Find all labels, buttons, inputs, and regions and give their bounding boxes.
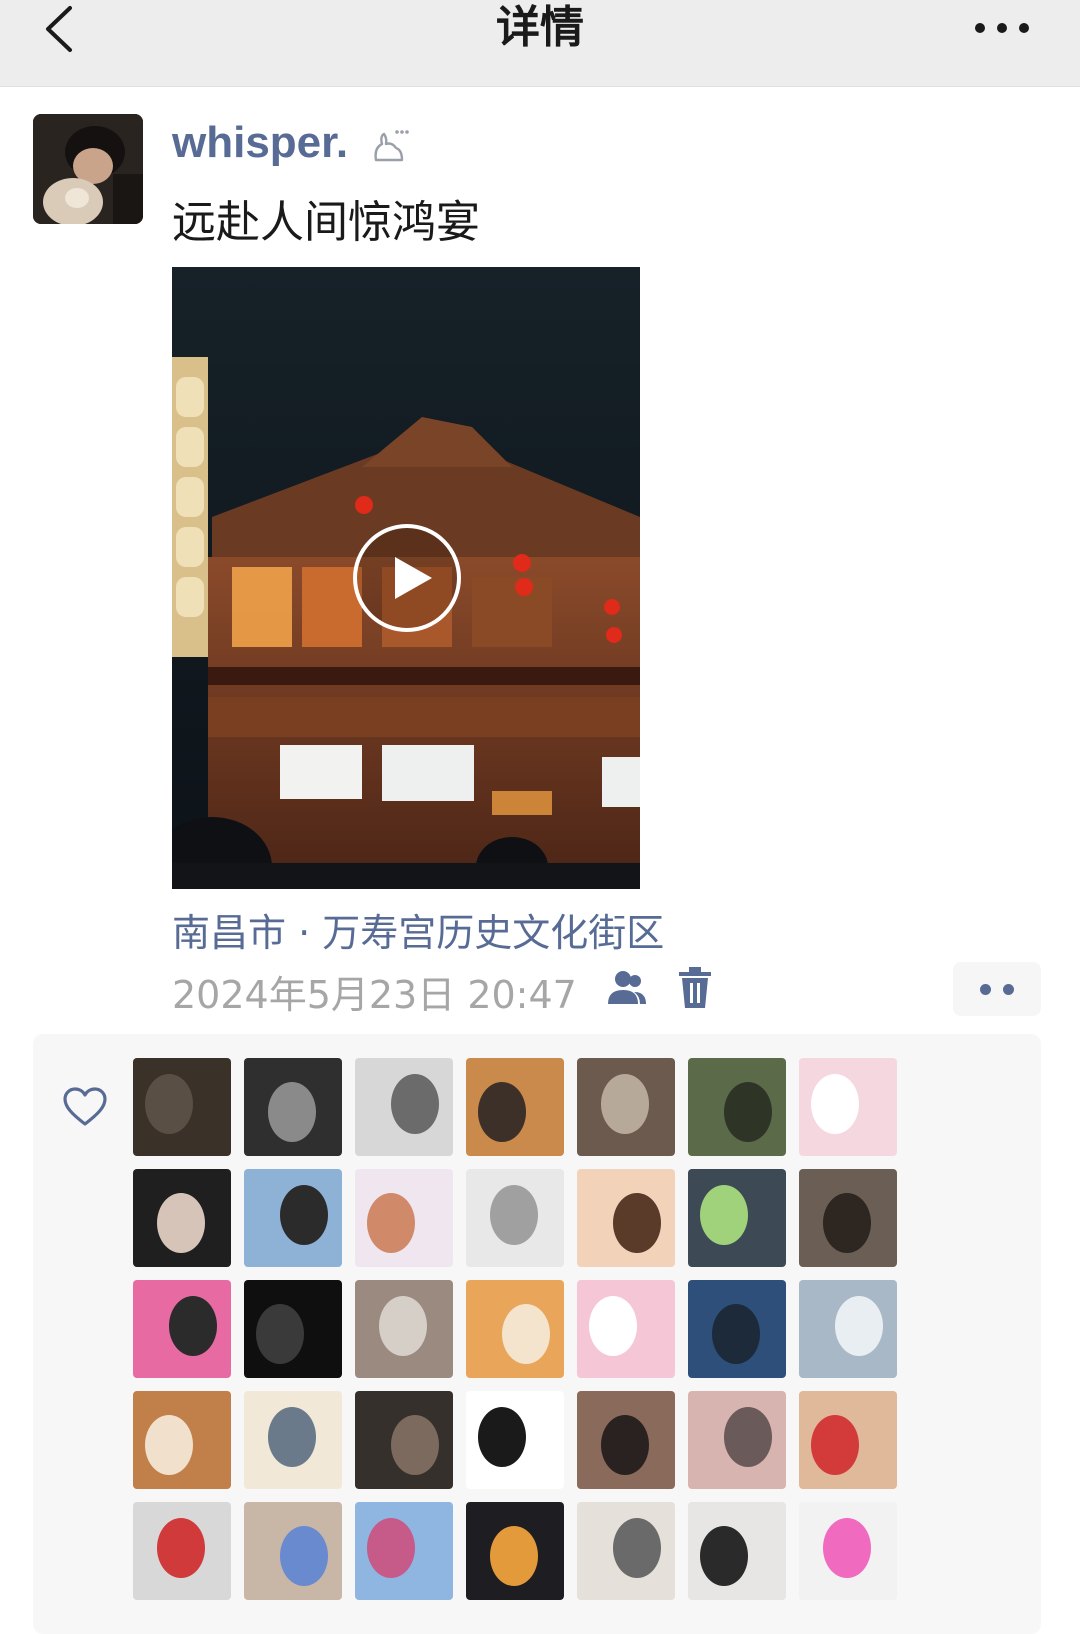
liker-avatar-photo [244,1169,342,1267]
liker-avatar[interactable] [355,1502,453,1600]
liker-avatar[interactable] [799,1502,897,1600]
comment-like-menu-button[interactable] [953,962,1041,1016]
liker-avatar[interactable] [577,1169,675,1267]
liker-avatar[interactable] [466,1280,564,1378]
liker-avatar-photo [688,1169,786,1267]
liker-avatar-photo [244,1502,342,1600]
liker-avatar[interactable] [133,1058,231,1156]
liker-avatar-photo [133,1169,231,1267]
liker-avatar-photo [688,1502,786,1600]
author-avatar[interactable] [33,114,143,224]
liker-avatar[interactable] [355,1280,453,1378]
navigation-bar: 详情 [0,0,1080,87]
liker-avatar-photo [799,1169,897,1267]
video-thumbnail[interactable] [172,267,640,889]
liker-avatar[interactable] [466,1502,564,1600]
liker-avatar[interactable] [688,1391,786,1489]
liker-avatar-photo [799,1502,897,1600]
liker-avatar[interactable] [355,1169,453,1267]
liker-avatar[interactable] [355,1058,453,1156]
liker-avatar-photo [244,1391,342,1489]
liker-avatar[interactable] [799,1280,897,1378]
liker-avatar[interactable] [799,1391,897,1489]
liker-avatar-photo [244,1058,342,1156]
liker-avatar[interactable] [577,1391,675,1489]
liker-avatar-photo [133,1502,231,1600]
more-button[interactable] [972,8,1032,48]
liker-avatar-photo [688,1280,786,1378]
liker-avatar-grid [133,1058,897,1600]
friends-visibility-icon[interactable] [604,968,650,1008]
location-link[interactable]: 南昌市 · 万寿宫历史文化街区 [172,902,664,957]
heart-outline-icon [62,1086,108,1128]
liker-avatar-photo [355,1391,453,1489]
liker-avatar[interactable] [133,1280,231,1378]
comment-like-menu-icon [980,984,991,995]
liker-avatar[interactable] [244,1280,342,1378]
liker-avatar[interactable] [466,1169,564,1267]
liker-avatar[interactable] [244,1502,342,1600]
menu-dot [1003,984,1014,995]
liker-avatar[interactable] [688,1169,786,1267]
bunny-status-icon[interactable] [370,126,410,166]
liker-avatar-photo [466,1169,564,1267]
liker-avatar-photo [466,1391,564,1489]
liker-avatar[interactable] [133,1169,231,1267]
post-timestamp: 2024年5月23日 20:47 [172,973,577,1017]
liker-avatar-photo [688,1391,786,1489]
liker-avatar[interactable] [688,1058,786,1156]
liker-avatar-photo [466,1502,564,1600]
trash-icon [679,967,711,1008]
liker-avatar-photo [688,1058,786,1156]
liker-avatar[interactable] [466,1058,564,1156]
liker-avatar-photo [244,1280,342,1378]
liker-avatar-photo [355,1058,453,1156]
liker-avatar-photo [799,1058,897,1156]
post-text: 远赴人间惊鸿宴 [172,197,480,248]
author-username[interactable]: whisper. [172,118,348,168]
liker-avatar[interactable] [799,1058,897,1156]
author-avatar-photo [33,114,143,224]
delete-button[interactable] [675,966,715,1010]
liker-avatar[interactable] [688,1502,786,1600]
liker-avatar-photo [466,1058,564,1156]
liker-avatar-photo [577,1169,675,1267]
liker-avatar-photo [133,1280,231,1378]
liker-avatar[interactable] [799,1169,897,1267]
liker-avatar[interactable] [466,1391,564,1489]
liker-avatar-photo [577,1391,675,1489]
liker-avatar-photo [355,1502,453,1600]
play-icon [353,524,461,632]
liker-avatar-photo [799,1391,897,1489]
liker-avatar[interactable] [244,1058,342,1156]
liker-avatar-photo [355,1169,453,1267]
liker-avatar-photo [355,1280,453,1378]
liker-avatar-photo [133,1391,231,1489]
liker-avatar[interactable] [244,1169,342,1267]
page-title: 详情 [496,2,584,53]
liker-avatar[interactable] [688,1280,786,1378]
liker-avatar-photo [577,1058,675,1156]
liker-avatar[interactable] [577,1280,675,1378]
liker-avatar-photo [133,1058,231,1156]
liker-avatar[interactable] [355,1391,453,1489]
liker-avatar-photo [577,1280,675,1378]
liker-avatar-photo [466,1280,564,1378]
more-horizontal-icon [975,23,1029,33]
liker-avatar[interactable] [577,1502,675,1600]
liker-avatar[interactable] [577,1058,675,1156]
liker-avatar[interactable] [133,1502,231,1600]
liker-avatar-photo [799,1280,897,1378]
liker-avatar-photo [577,1502,675,1600]
liker-avatar[interactable] [244,1391,342,1489]
liker-avatar[interactable] [133,1391,231,1489]
